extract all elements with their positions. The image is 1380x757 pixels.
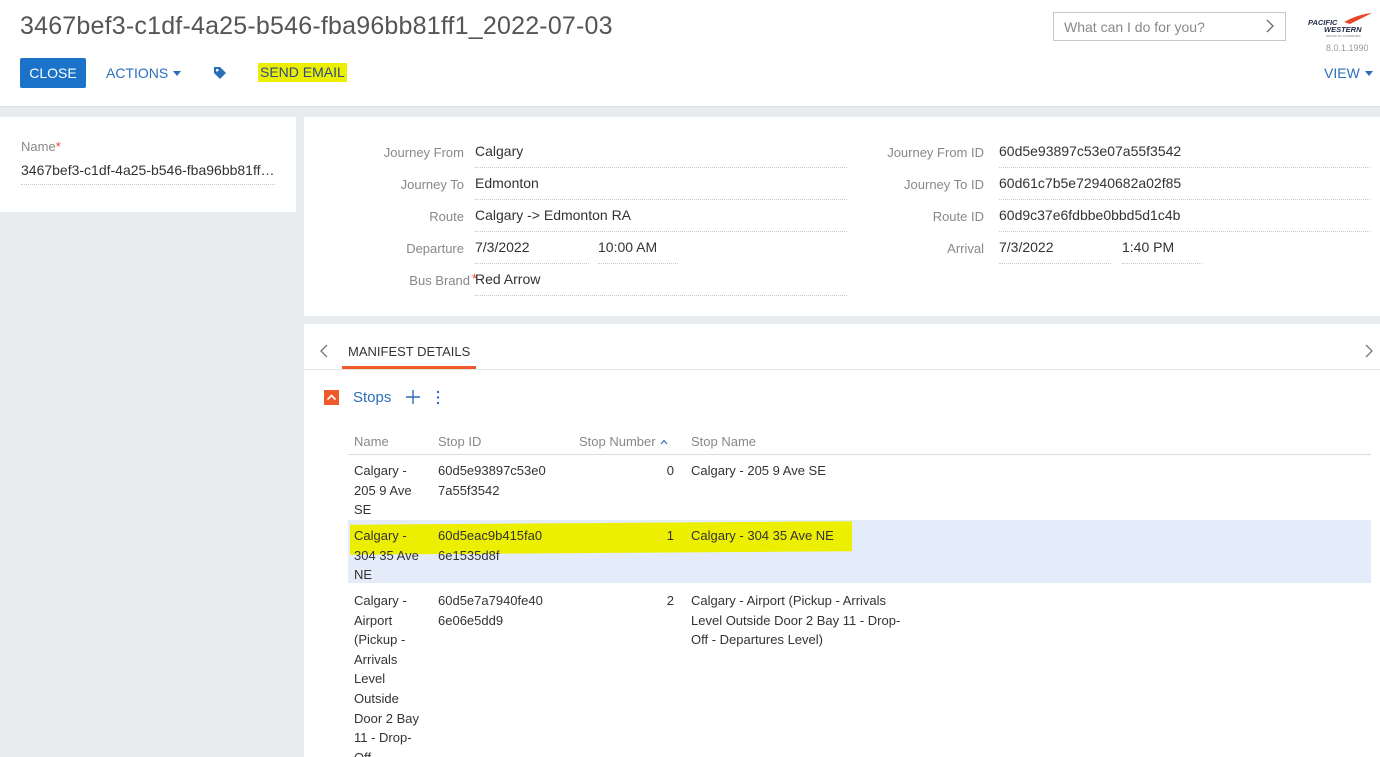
journey-to-label: Journey To <box>400 177 464 192</box>
command-search <box>1053 12 1286 41</box>
chevron-right-icon[interactable] <box>1362 344 1374 358</box>
stop-number-cell: 1 <box>666 528 674 543</box>
name-field[interactable]: 3467bef3-c1df-4a25-b546-fba96bb81ff1_202… <box>21 162 275 185</box>
table-row[interactable]: Calgary - Airport (Pickup - Arrivals Lev… <box>348 585 1371 757</box>
stop-title-cell: Calgary - 205 9 Ave SE <box>691 463 826 478</box>
pacific-western-logo: PACIFIC WESTERN GROUP OF COMPANIES <box>1308 13 1372 38</box>
stop-number-cell: 0 <box>666 463 674 478</box>
sort-ascending-icon <box>660 439 668 445</box>
tab-manifest-details[interactable]: MANIFEST DETAILS <box>342 338 477 369</box>
name-label-text: Name <box>21 139 56 154</box>
stop-number-cell: 2 <box>666 593 674 608</box>
departure-time-field[interactable]: 10:00 AM <box>598 237 678 264</box>
manifest-panel: MANIFEST DETAILS Stops Name Stop ID Stop… <box>304 324 1380 757</box>
arrival-label: Arrival <box>947 241 984 256</box>
journey-fields-panel: Journey From Calgary Journey To Edmonton… <box>304 117 1380 316</box>
stop-name-cell: Calgary - Airport (Pickup - Arrivals Lev… <box>354 593 420 757</box>
arrival-date-field[interactable]: 7/3/2022 <box>999 237 1111 264</box>
journey-from-id-field[interactable]: 60d5e93897c53e07a55f3542 <box>999 141 1370 168</box>
page-title: 3467bef3-c1df-4a25-b546-fba96bb81ff1_202… <box>20 12 613 40</box>
logo-text-3: GROUP OF COMPANIES <box>1326 34 1361 38</box>
stop-id-cell: 60d5e93897c53e07a55f3542 <box>438 463 546 498</box>
caret-down-icon <box>1364 71 1373 76</box>
column-header-stop-id[interactable]: Stop ID <box>438 434 481 449</box>
stop-title-cell: Calgary - Airport (Pickup - Arrivals Lev… <box>691 593 901 648</box>
send-email-button[interactable]: SEND EMAIL <box>258 63 347 82</box>
add-icon[interactable] <box>406 390 420 404</box>
journey-to-field[interactable]: Edmonton <box>475 173 847 200</box>
table-row-selected[interactable]: Calgary - 304 35 Ave NE 60d5eac9b415fa06… <box>348 520 1371 583</box>
journey-from-field[interactable]: Calgary <box>475 141 847 168</box>
collapse-section-button[interactable] <box>324 390 339 405</box>
actions-label: ACTIONS <box>106 65 169 81</box>
journey-to-id-field[interactable]: 60d61c7b5e72940682a02f85 <box>999 173 1370 200</box>
route-id-field[interactable]: 60d9c37e6fdbbe0bbd5d1c4b <box>999 205 1370 232</box>
close-button[interactable]: CLOSE <box>20 58 86 88</box>
journey-from-label: Journey From <box>383 145 464 160</box>
bus-brand-label: Bus Brand * <box>409 271 477 288</box>
arrival-time-field[interactable]: 1:40 PM <box>1122 237 1202 264</box>
name-field-label: Name* <box>21 139 61 154</box>
record-name-panel: Name* 3467bef3-c1df-4a25-b546-fba96bb81f… <box>0 117 296 212</box>
route-label: Route <box>429 209 464 224</box>
column-header-stop-name[interactable]: Stop Name <box>691 434 756 449</box>
chevron-left-icon[interactable] <box>319 344 331 358</box>
stop-id-cell: 60d5e7a7940fe406e06e5dd9 <box>438 593 543 628</box>
actions-menu-button[interactable]: ACTIONS <box>106 58 182 88</box>
version-label: 8.0.1.1990 <box>1326 43 1369 53</box>
stop-title-cell: Calgary - 304 35 Ave NE <box>691 528 834 543</box>
tab-divider <box>304 369 1380 370</box>
command-search-input[interactable] <box>1054 13 1254 40</box>
stop-id-cell: 60d5eac9b415fa06e1535d8f <box>438 528 543 563</box>
chevron-right-icon[interactable] <box>1263 19 1277 33</box>
column-header-name[interactable]: Name <box>354 434 389 449</box>
departure-date-field[interactable]: 7/3/2022 <box>475 237 589 264</box>
tag-icon[interactable] <box>213 66 227 80</box>
journey-to-id-label: Journey To ID <box>904 177 984 192</box>
bus-brand-field[interactable]: Red Arrow <box>475 269 847 296</box>
required-marker: * <box>55 139 61 154</box>
caret-down-icon <box>173 71 182 76</box>
page-header: 3467bef3-c1df-4a25-b546-fba96bb81ff1_202… <box>0 0 1380 107</box>
stop-number-header-label: Stop Number <box>579 434 656 449</box>
route-field[interactable]: Calgary -> Edmonton RA <box>475 205 847 232</box>
view-menu-button[interactable]: VIEW <box>1324 58 1373 88</box>
route-id-label: Route ID <box>932 209 984 224</box>
stop-name-cell: Calgary - 205 9 Ave SE <box>354 463 412 518</box>
journey-from-id-label: Journey From ID <box>887 145 984 160</box>
stop-name-cell: Calgary - 304 35 Ave NE <box>354 528 419 583</box>
view-label: VIEW <box>1324 65 1360 81</box>
more-options-icon[interactable] <box>434 390 442 405</box>
bus-brand-label-text: Bus Brand <box>409 273 470 288</box>
logo-text-2: WESTERN <box>1324 25 1362 34</box>
column-header-stop-number[interactable]: Stop Number <box>579 434 668 449</box>
table-row[interactable]: Calgary - 205 9 Ave SE 60d5e93897c53e07a… <box>348 455 1371 519</box>
stops-section-title[interactable]: Stops <box>353 389 391 406</box>
departure-label: Departure <box>406 241 464 256</box>
